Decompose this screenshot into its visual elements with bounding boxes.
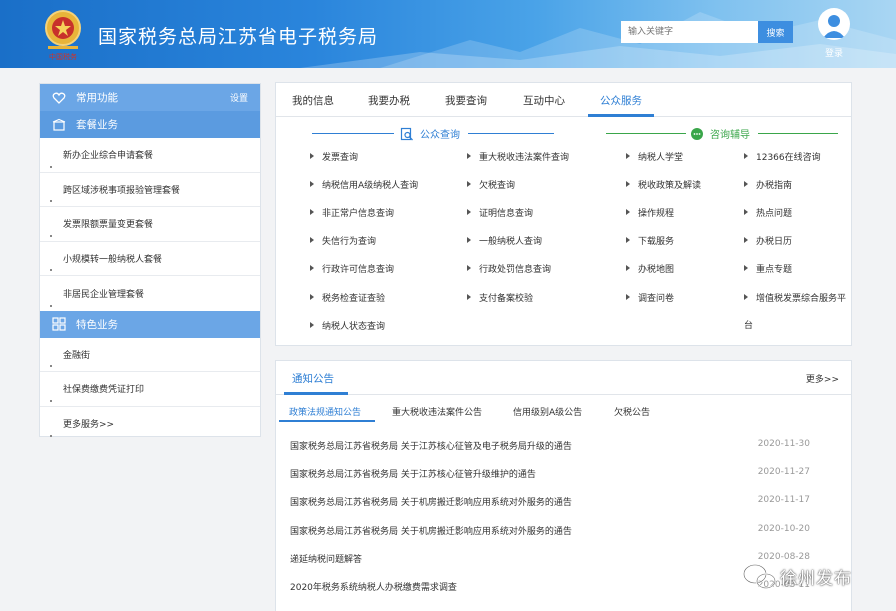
- consult-link[interactable]: 纳税人学堂: [626, 150, 683, 163]
- notice-row[interactable]: 国家税务总局江苏省税务局 关于机房搬迁影响应用系统对外服务的通告 2020-10…: [290, 524, 838, 537]
- consult-link[interactable]: 办税指南: [744, 178, 792, 191]
- heart-icon: [52, 91, 66, 105]
- subtab-tax-arrears[interactable]: 欠税公告: [614, 405, 650, 418]
- special-business-label: 特色业务: [76, 318, 118, 331]
- tab-handle-tax[interactable]: 我要办税: [368, 93, 410, 108]
- notice-header: 通知公告 更多>>: [276, 361, 851, 395]
- subtab-credit-a[interactable]: 信用级别A级公告: [513, 405, 582, 418]
- consult-link[interactable]: 税收政策及解读: [626, 178, 701, 191]
- login-button[interactable]: 登录: [817, 8, 851, 59]
- package-item[interactable]: 非居民企业管理套餐: [40, 276, 260, 311]
- notice-row-date: 2020-11-30: [757, 439, 810, 449]
- common-functions-header[interactable]: 常用功能 设置: [40, 84, 260, 111]
- service-link[interactable]: 失信行为查询: [310, 234, 376, 247]
- consult-link[interactable]: 办税地图: [626, 262, 674, 275]
- left-sidebar: 常用功能 设置 套餐业务 新办企业综合申请套餐 跨区域涉税事项报验管理套餐 发票…: [39, 83, 261, 437]
- tax-emblem-logo[interactable]: 中国税务: [40, 6, 86, 62]
- site-header: 中国税务 国家税务总局江苏省电子税务局 搜索 登录: [0, 0, 896, 68]
- notice-more-link[interactable]: 更多>>: [806, 372, 839, 385]
- notice-row-date: 2020-11-27: [757, 467, 810, 477]
- chat-bubble-icon: [691, 127, 703, 140]
- tab-public-service[interactable]: 公众服务: [600, 93, 642, 108]
- search-doc-icon: [400, 127, 413, 140]
- package-business-label: 套餐业务: [76, 119, 118, 131]
- notice-row[interactable]: 国家税务总局江苏省税务局 关于机房搬迁影响应用系统对外服务的通告 2020-11…: [290, 495, 838, 508]
- service-link[interactable]: 行政处罚信息查询: [467, 262, 551, 275]
- consult-link[interactable]: 增值税发票综合服务平: [744, 291, 846, 304]
- service-link[interactable]: 纳税信用A级纳税人查询: [310, 178, 418, 191]
- tab-interaction[interactable]: 互动中心: [523, 93, 565, 108]
- service-link[interactable]: 非正常户信息查询: [310, 206, 394, 219]
- common-functions-label: 常用功能: [76, 92, 118, 104]
- notice-row-title[interactable]: 国家税务总局江苏省税务局 关于江苏核心征管升级维护的通告: [290, 470, 536, 480]
- package-business-header[interactable]: 套餐业务: [40, 111, 260, 138]
- divider: [468, 133, 554, 134]
- special-item[interactable]: 社保费缴费凭证打印: [40, 372, 260, 407]
- more-services-link[interactable]: 更多服务>>: [40, 407, 260, 442]
- subtab-violation[interactable]: 重大税收违法案件公告: [392, 405, 482, 418]
- service-link[interactable]: 欠税查询: [467, 178, 515, 191]
- notice-row-date: 2020-11-17: [757, 495, 810, 505]
- site-title: 国家税务总局江苏省电子税务局: [98, 26, 379, 48]
- watermark-text: 徐州发布: [780, 569, 852, 589]
- search-input[interactable]: [621, 21, 758, 43]
- consult-link[interactable]: 12366在线咨询: [744, 150, 821, 163]
- service-link[interactable]: 发票查询: [310, 150, 358, 163]
- notice-row-title[interactable]: 国家税务总局江苏省税务局 关于机房搬迁影响应用系统对外服务的通告: [290, 498, 572, 508]
- notice-row-date: 2020-10-20: [757, 524, 810, 534]
- public-query-heading: 公众查询: [400, 126, 460, 141]
- service-link[interactable]: 证明信息查询: [467, 206, 533, 219]
- package-item[interactable]: 新办企业综合申请套餐: [40, 138, 260, 173]
- divider: [312, 133, 394, 134]
- watermark: 徐州发布: [742, 558, 872, 594]
- notice-row-title[interactable]: 国家税务总局江苏省税务局 关于机房搬迁影响应用系统对外服务的通告: [290, 527, 572, 537]
- package-item[interactable]: 发票限额票量变更套餐: [40, 207, 260, 242]
- user-avatar-icon: [818, 8, 850, 40]
- service-link[interactable]: 一般纳税人查询: [467, 234, 542, 247]
- notice-subtabs: 政策法规通知公告 重大税收违法案件公告 信用级别A级公告 欠税公告: [276, 405, 851, 425]
- search-button[interactable]: 搜索: [758, 21, 793, 43]
- service-link[interactable]: 支付备案校验: [467, 291, 533, 304]
- notice-title-underline: [284, 392, 348, 395]
- service-link[interactable]: 重大税收违法案件查询: [467, 150, 569, 163]
- consult-link[interactable]: 调查问卷: [626, 291, 674, 304]
- divider: [758, 133, 838, 134]
- consult-link[interactable]: 热点问题: [744, 206, 792, 219]
- tab-query[interactable]: 我要查询: [445, 93, 487, 108]
- active-subtab-underline: [279, 420, 375, 422]
- svg-text:中国税务: 中国税务: [49, 52, 77, 61]
- package-item[interactable]: 跨区域涉税事项报验管理套餐: [40, 173, 260, 207]
- notice-row-title[interactable]: 国家税务总局江苏省税务局 关于江苏核心征管及电子税务局升级的通告: [290, 442, 572, 452]
- consult-link-continuation[interactable]: 台: [732, 318, 753, 331]
- active-tab-underline: [588, 114, 654, 117]
- tab-my-info[interactable]: 我的信息: [292, 93, 334, 108]
- service-link[interactable]: 税务检查证查验: [310, 291, 385, 304]
- public-query-title: 公众查询: [420, 130, 460, 141]
- special-item[interactable]: 金融街: [40, 338, 260, 372]
- main-tabs: 我的信息 我要办税 我要查询 互动中心 公众服务: [276, 83, 851, 117]
- notice-row[interactable]: 国家税务总局江苏省税务局 关于江苏核心征管及电子税务局升级的通告 2020-11…: [290, 439, 838, 452]
- wechat-icon: [743, 564, 776, 589]
- consult-heading: 咨询辅导: [690, 126, 750, 141]
- consult-title: 咨询辅导: [710, 130, 750, 141]
- login-label: 登录: [824, 49, 843, 59]
- divider: [606, 133, 686, 134]
- notice-row[interactable]: 国家税务总局江苏省税务局 关于江苏核心征管升级维护的通告 2020-11-27: [290, 467, 838, 480]
- service-link[interactable]: 纳税人状态查询: [310, 319, 385, 332]
- notice-title[interactable]: 通知公告: [292, 371, 334, 386]
- service-link[interactable]: 行政许可信息查询: [310, 262, 394, 275]
- special-business-header[interactable]: 特色业务: [40, 310, 260, 338]
- consult-link[interactable]: 重点专题: [744, 262, 792, 275]
- services-panel: 我的信息 我要办税 我要查询 互动中心 公众服务 公众查询 咨询辅导 发票查询 …: [275, 82, 852, 346]
- package-box-icon: [52, 118, 66, 132]
- consult-link[interactable]: 办税日历: [744, 234, 792, 247]
- notice-row-title[interactable]: 2020年税务系统纳税人办税缴费需求调查: [290, 583, 457, 593]
- consult-link[interactable]: 下载服务: [626, 234, 674, 247]
- consult-link[interactable]: 操作规程: [626, 206, 674, 219]
- notice-row-title[interactable]: 递延纳税问题解答: [290, 555, 362, 565]
- package-item[interactable]: 小规模转一般纳税人套餐: [40, 242, 260, 276]
- settings-link[interactable]: 设置: [230, 91, 248, 104]
- subtab-policy[interactable]: 政策法规通知公告: [289, 405, 361, 418]
- grid-icon: [52, 317, 66, 331]
